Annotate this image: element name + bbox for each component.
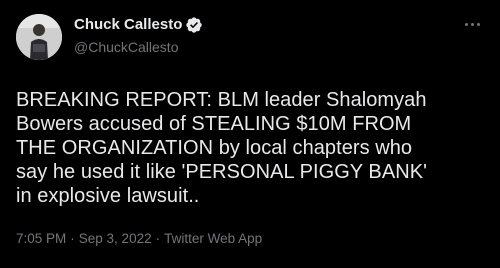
author-handle[interactable]: @ChuckCallesto <box>74 38 203 56</box>
more-dot <box>464 22 468 26</box>
avatar[interactable] <box>16 14 62 60</box>
tweet-card: Chuck Callesto @ChuckCallesto BREAKING R… <box>0 0 500 268</box>
author-names: Chuck Callesto @ChuckCallesto <box>74 16 203 56</box>
tweet-text-line: THE ORGANIZATION by local chapters who <box>16 137 413 159</box>
tweet-text-line: BREAKING REPORT: BLM leader Shalomyah <box>16 89 427 111</box>
avatar-photo-icon <box>16 14 62 60</box>
more-options-icon[interactable] <box>460 14 484 34</box>
verified-badge-icon <box>185 16 203 34</box>
display-name[interactable]: Chuck Callesto <box>74 16 182 34</box>
more-dot <box>470 22 474 26</box>
meta-separator: · <box>155 231 161 246</box>
tweet-text-line: Bowers accused of STEALING $10M FROM <box>16 113 412 135</box>
tweet-source[interactable]: Twitter Web App <box>164 231 262 246</box>
tweet-meta: 7:05 PM · Sep 3, 2022 · Twitter Web App <box>16 231 484 246</box>
tweet-header: Chuck Callesto @ChuckCallesto <box>16 14 484 66</box>
name-row: Chuck Callesto <box>74 16 203 34</box>
tweet-text: BREAKING REPORT: BLM leader Shalomyah Bo… <box>16 88 492 208</box>
tweet-date[interactable]: Sep 3, 2022 <box>79 231 152 246</box>
tweet-text-line: say he used it like 'PERSONAL PIGGY BANK… <box>16 161 427 183</box>
tweet-text-line: in explosive lawsuit.. <box>16 185 200 207</box>
more-dot <box>476 22 480 26</box>
meta-separator: · <box>70 231 75 246</box>
tweet-time[interactable]: 7:05 PM <box>16 231 66 246</box>
